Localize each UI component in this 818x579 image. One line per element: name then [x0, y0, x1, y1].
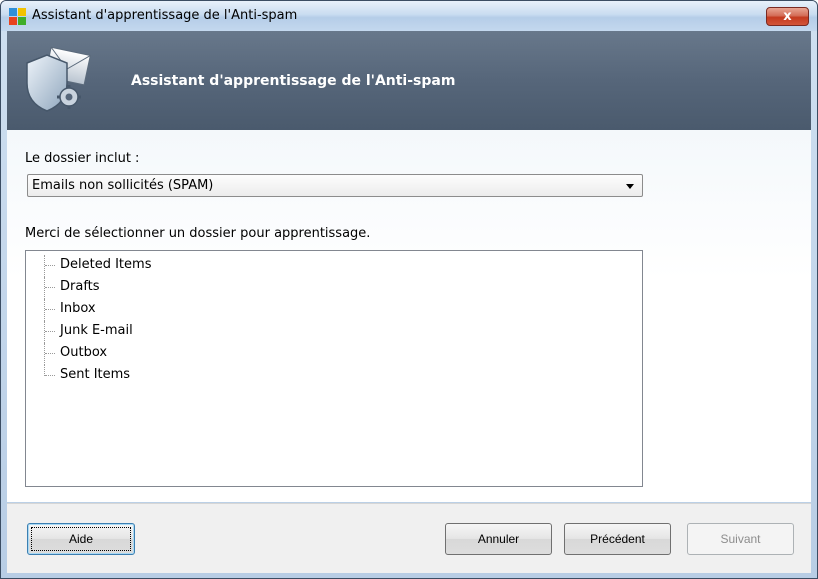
tree-connector [44, 277, 57, 299]
chevron-down-icon [626, 184, 634, 189]
tree-connector [44, 255, 57, 277]
cancel-button[interactable]: Annuler [445, 523, 552, 555]
instruction-text: Merci de sélectionner un dossier pour ap… [25, 226, 371, 241]
shield-envelope-gear-icon [26, 46, 91, 112]
folder-type-value: Emails non sollicités (SPAM) [32, 178, 214, 193]
dialog-window: Assistant d'apprentissage de l'Anti-spam… [0, 0, 818, 579]
tree-item-label: Deleted Items [60, 257, 152, 272]
next-button[interactable]: Suivant [687, 523, 794, 555]
button-bar: Aide Annuler Précédent Suivant [7, 503, 811, 573]
wizard-content: Le dossier inclut : Emails non sollicité… [7, 130, 811, 502]
tree-item-label: Sent Items [60, 367, 131, 382]
close-button[interactable]: x [766, 7, 809, 26]
window-title: Assistant d'apprentissage de l'Anti-spam [32, 8, 298, 23]
tree-connector [44, 365, 57, 376]
tree-connector [44, 343, 57, 365]
cancel-button-label: Annuler [477, 532, 520, 546]
tree-item-label: Junk E-mail [60, 323, 133, 338]
folder-label: Le dossier inclut : [25, 151, 140, 166]
focus-rect [31, 527, 131, 551]
title-bar[interactable]: Assistant d'apprentissage de l'Anti-spam… [1, 1, 817, 31]
previous-button[interactable]: Précédent [564, 523, 671, 555]
close-icon: x [783, 9, 792, 24]
help-button[interactable]: Aide [27, 523, 135, 555]
tree-connector [44, 321, 57, 343]
tree-item-label: Drafts [60, 279, 100, 294]
tree-item-label: Inbox [60, 301, 96, 316]
avg-logo-icon [9, 8, 26, 25]
previous-button-label: Précédent [590, 532, 645, 546]
wizard-header: Assistant d'apprentissage de l'Anti-spam [7, 31, 811, 130]
next-button-label: Suivant [720, 532, 761, 546]
folder-type-select[interactable]: Emails non sollicités (SPAM) [27, 174, 643, 197]
folder-tree[interactable]: Deleted Items Drafts Inbox Junk E-mail O… [25, 250, 643, 487]
tree-connector [44, 299, 57, 321]
tree-item-label: Outbox [60, 345, 108, 360]
header-title: Assistant d'apprentissage de l'Anti-spam [131, 73, 456, 89]
